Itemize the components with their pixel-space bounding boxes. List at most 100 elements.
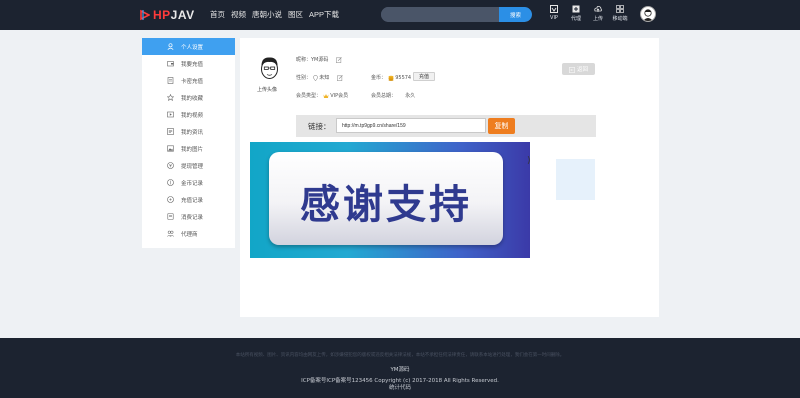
sidebar-item-my-videos[interactable]: 我的视频 — [142, 106, 235, 123]
sidebar-item-coin-records[interactable]: 金币记录 — [142, 174, 235, 191]
top-header: HPJAV 首页 视频 唐朝小说 图区 APP下载 搜索 VIP 代理 上传 移… — [0, 0, 800, 30]
sidebar-item-my-images[interactable]: 我的图片 — [142, 140, 235, 157]
nav-app-download[interactable]: APP下载 — [309, 9, 339, 20]
return-label: 返回 — [576, 67, 588, 73]
member-type-value: VIP会员 — [330, 93, 349, 99]
upload-icon — [594, 5, 602, 13]
share-link-input[interactable] — [336, 118, 486, 133]
search-bar: 搜索 — [381, 7, 532, 22]
sidebar-item-label: 金币记录 — [181, 180, 204, 187]
return-button[interactable]: 返回 — [562, 63, 595, 75]
agent-link[interactable]: 代理 — [567, 5, 585, 22]
sidebar-item-my-news[interactable]: 我的资讯 — [142, 123, 235, 140]
user-icon — [167, 43, 174, 50]
sidebar-item-recharge[interactable]: 我要充值 — [142, 55, 235, 72]
recharge-button[interactable]: 充值 — [413, 72, 435, 81]
agent-icon — [572, 5, 580, 13]
sidebar-item-consume-records[interactable]: 消费记录 — [142, 208, 235, 225]
sidebar-item-label: 我的收藏 — [181, 95, 204, 102]
header-actions: VIP 代理 上传 移动端 — [545, 5, 633, 22]
coins-label: 金币： — [371, 75, 387, 81]
sidebar-item-withdraw[interactable]: 提现管理 — [142, 157, 235, 174]
profile-panel: 上传头像 昵称：YM源码 性别： 未知 金币： 95574 充值 会员类型： V… — [240, 38, 659, 317]
sidebar-item-recharge-records[interactable]: 充值记录 — [142, 191, 235, 208]
user-sidebar: 个人设置 我要充值 卡密充值 我的收藏 我的视频 我的资讯 我的图片 提现管理 … — [142, 38, 235, 248]
thanks-banner-image: 感谢支持 — [250, 142, 530, 258]
member-type-row: 会员类型： VIP会员 — [296, 92, 348, 99]
footer-site-name[interactable]: YM源码 — [0, 365, 800, 373]
sidebar-item-label: 消费记录 — [181, 214, 204, 221]
page-footer: 本站所有视频、图片、资讯内容均由网友上传，如涉嫌侵犯您的版权或违反相关法律法规，… — [0, 338, 800, 398]
sidebar-item-label: 充值记录 — [181, 197, 204, 204]
vip-link[interactable]: VIP — [545, 5, 563, 22]
member-expire-label: 会员总期： — [371, 93, 397, 99]
search-input[interactable] — [381, 7, 500, 22]
sidebar-item-profile-settings[interactable]: 个人设置 — [142, 38, 235, 55]
profile-avatar[interactable] — [258, 51, 281, 88]
gender-row: 性别： 未知 — [296, 74, 343, 81]
image-icon — [167, 145, 174, 152]
banner-text: 感谢支持 — [300, 182, 472, 228]
nav-video[interactable]: 视频 — [231, 9, 246, 20]
mobile-icon — [616, 5, 624, 13]
sidebar-item-favorites[interactable]: 我的收藏 — [142, 89, 235, 106]
logo-hp: HP — [153, 8, 171, 22]
logo-jav: JAV — [170, 8, 195, 22]
card-icon — [167, 77, 174, 84]
sidebar-item-label: 提现管理 — [181, 163, 204, 170]
nav-home[interactable]: 首页 — [210, 9, 225, 20]
sidebar-item-agent[interactable]: 代理商 — [142, 225, 235, 242]
agent-icon — [167, 230, 174, 237]
sidebar-item-label: 个人设置 — [181, 44, 204, 51]
footer-disclaimer: 本站所有视频、图片、资讯内容均由网友上传，如涉嫌侵犯您的版权或违反相关法律法规，… — [235, 353, 565, 358]
coin-stack-icon — [388, 75, 394, 81]
coins-row: 金币： 95574 — [371, 74, 411, 81]
member-expire-value: 永久 — [405, 93, 416, 99]
mobile-link[interactable]: 移动端 — [611, 5, 629, 22]
nav-gallery[interactable]: 图区 — [288, 9, 303, 20]
main-nav: 首页 视频 唐朝小说 图区 APP下载 — [210, 9, 339, 20]
site-logo[interactable]: HPJAV — [140, 7, 195, 23]
gender-value: 未知 — [319, 75, 330, 81]
agent-label: 代理 — [570, 16, 581, 22]
upload-avatar-link[interactable]: 上传头像 — [257, 86, 277, 93]
member-expire-row: 会员总期： 永久 — [371, 92, 415, 99]
nav-novel[interactable]: 唐朝小说 — [252, 9, 282, 20]
qr-code-placeholder — [556, 159, 595, 200]
vip-crown-icon — [323, 93, 329, 99]
consume-icon — [167, 213, 174, 220]
sidebar-item-card-recharge[interactable]: 卡密充值 — [142, 72, 235, 89]
gender-label: 性别： — [296, 75, 312, 81]
sidebar-item-label: 我要充值 — [181, 61, 204, 68]
edit-nickname-icon[interactable] — [336, 56, 342, 63]
vip-icon — [550, 5, 558, 13]
sidebar-item-label: 我的资讯 — [181, 129, 204, 136]
sidebar-item-label: 卡密充值 — [181, 78, 204, 85]
star-icon — [167, 94, 174, 101]
copy-link-button[interactable]: 复制 — [488, 118, 515, 134]
return-icon — [569, 66, 575, 73]
sidebar-item-label: 我的视频 — [181, 112, 204, 119]
vip-label: VIP — [550, 15, 558, 21]
share-link-bar: 链接： 复制 — [296, 115, 596, 137]
user-avatar[interactable] — [640, 6, 656, 22]
recharge-icon — [167, 196, 174, 203]
footer-stats: 统计代码 — [388, 385, 411, 391]
mobile-label: 移动端 — [612, 16, 628, 22]
member-type-label: 会员类型： — [296, 93, 322, 99]
edit-gender-icon[interactable] — [336, 74, 343, 81]
upload-label: 上传 — [592, 16, 603, 22]
banner-card: 感谢支持 — [269, 152, 503, 245]
withdraw-icon — [167, 162, 174, 169]
search-button[interactable]: 搜索 — [499, 7, 532, 22]
coin-icon — [167, 179, 174, 186]
video-icon — [167, 111, 174, 118]
location-pin-icon — [312, 74, 318, 81]
coins-value: 95574 — [395, 75, 412, 81]
logo-mark-icon — [140, 9, 150, 21]
banner-trailing-text: ) — [527, 156, 531, 166]
news-icon — [167, 128, 174, 135]
nickname-row: 昵称：YM源码 — [296, 56, 342, 63]
share-link-label: 链接： — [308, 122, 331, 131]
upload-link[interactable]: 上传 — [589, 5, 607, 22]
